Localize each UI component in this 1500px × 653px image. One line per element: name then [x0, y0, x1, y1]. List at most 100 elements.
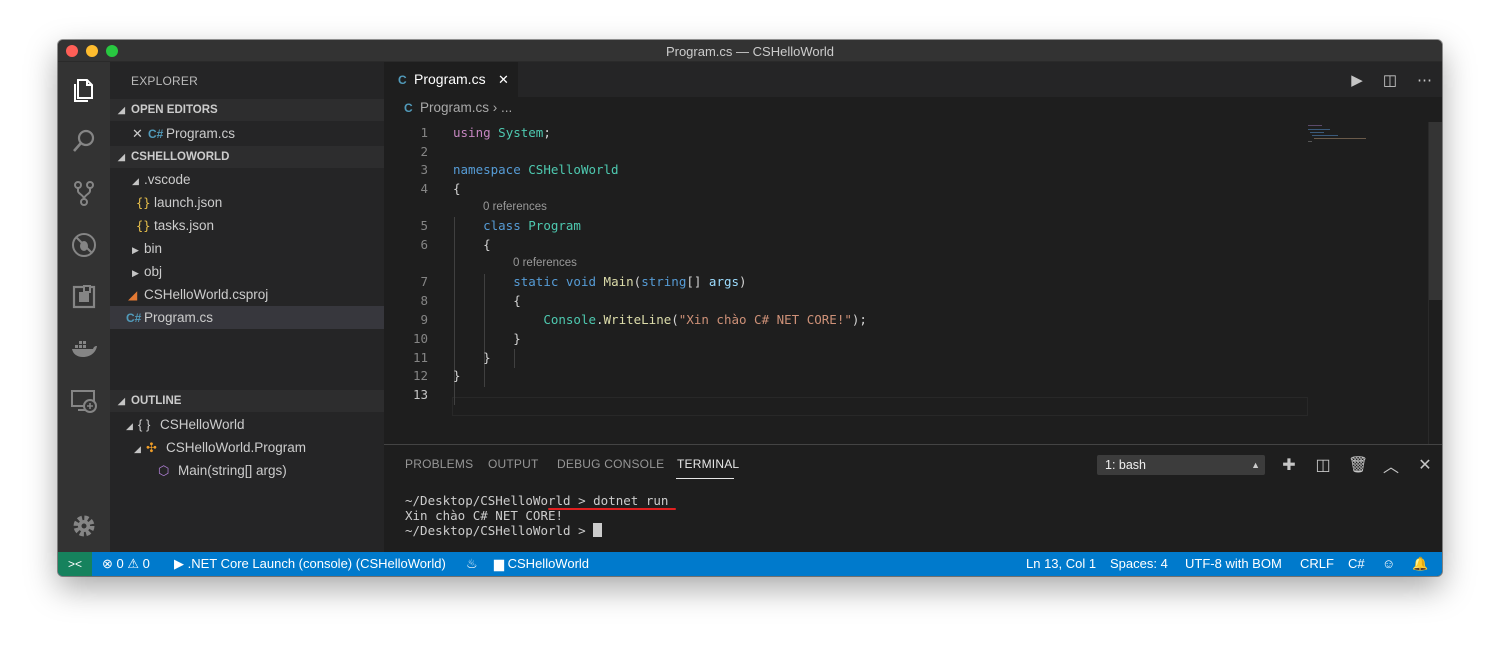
code-line: class Program	[483, 218, 581, 233]
code-line: Console.WriteLine("Xin chào C# NET CORE!…	[543, 312, 867, 327]
split-terminal-icon[interactable]: ◫	[1314, 455, 1332, 475]
expanded-triangle-icon: ◢	[134, 444, 141, 454]
expanded-triangle-icon: ◢	[132, 176, 139, 186]
outline-class[interactable]: ◢ ✣ CSHelloWorld.Program	[110, 436, 384, 459]
indentation-status[interactable]: Spaces: 4	[1110, 552, 1168, 576]
line-number: 11	[412, 350, 428, 365]
outline-namespace[interactable]: ◢{ } CSHelloWorld	[110, 413, 384, 436]
collapsed-triangle-icon: ▶	[132, 268, 139, 278]
line-number: 12	[412, 368, 428, 383]
remote-indicator-icon[interactable]: ><	[58, 552, 92, 576]
terminal-output[interactable]: ~/Desktop/CSHelloWorld > dotnet run Xin c…	[405, 493, 668, 538]
json-file-icon: {}	[136, 196, 151, 210]
terminal-line: ~/Desktop/CSHelloWorld > dotnet run	[405, 493, 669, 508]
csharp-file-icon: C	[398, 73, 407, 87]
feedback-smiley-icon[interactable]: ☺	[1382, 552, 1395, 576]
select-arrows-icon: ▲	[1251, 460, 1260, 470]
project-folder-header[interactable]: ◢ CSHELLOWORLD	[110, 146, 384, 168]
vscode-window: Program.cs — CSHelloWorld EXPLORER ◢ OPE…	[58, 40, 1442, 576]
eol-status[interactable]: CRLF	[1300, 552, 1334, 576]
chevron-right-icon: ›	[492, 100, 502, 115]
cursor-position-status[interactable]: Ln 13, Col 1	[1026, 552, 1096, 576]
remote-explorer-icon[interactable]	[68, 385, 100, 417]
expanded-triangle-icon: ◢	[126, 421, 133, 431]
namespace-icon: { }	[138, 417, 151, 432]
add-terminal-icon[interactable]: ✚	[1280, 455, 1298, 475]
code-line: }	[453, 368, 461, 383]
tab-problems[interactable]: PROBLEMS	[405, 457, 473, 471]
extensions-icon[interactable]	[68, 281, 100, 313]
tree-file-tasks-json[interactable]: {} tasks.json	[110, 214, 384, 237]
code-line: using System;	[453, 125, 551, 140]
problems-status[interactable]: ⊗ 0 ⚠ 0	[102, 552, 150, 576]
tree-file-program-cs[interactable]: C# Program.cs	[110, 306, 384, 329]
launch-config-status[interactable]: ▶ .NET Core Launch (console) (CSHelloWor…	[174, 552, 446, 576]
encoding-status[interactable]: UTF-8 with BOM	[1185, 552, 1282, 576]
open-editors-header[interactable]: ◢ OPEN EDITORS	[110, 99, 384, 121]
status-bar: >< ⊗ 0 ⚠ 0 ▶ .NET Core Launch (console) …	[58, 552, 1442, 576]
red-annotation-underline	[548, 508, 676, 510]
close-panel-icon[interactable]: ✕	[1416, 455, 1434, 475]
code-line: }	[483, 350, 491, 365]
play-circle-icon: ▶	[174, 556, 184, 571]
notifications-bell-icon[interactable]: 🔔	[1412, 552, 1428, 576]
close-icon[interactable]: ✕	[132, 122, 148, 145]
codelens-references[interactable]: 0 references	[483, 201, 547, 213]
line-number: 4	[420, 181, 428, 196]
code-line: namespace CSHelloWorld	[453, 162, 619, 177]
code-line: static void Main(string[] args)	[513, 274, 747, 289]
close-tab-icon[interactable]: ✕	[498, 62, 509, 97]
tab-output[interactable]: OUTPUT	[488, 457, 539, 471]
outline-header[interactable]: ◢ OUTLINE	[110, 390, 384, 412]
line-number: 7	[420, 274, 428, 289]
editor-tab-bar: C Program.cs ✕ ▶ ◫ ⋯	[384, 62, 1442, 97]
scroll-thumb[interactable]	[1429, 122, 1442, 300]
csharp-file-icon: C#	[126, 311, 142, 325]
active-tab-underline	[676, 478, 734, 479]
line-number: 13	[412, 387, 428, 402]
panel-actions: ✚ ◫ 🗑 ︿ ✕	[1280, 454, 1434, 476]
outline-method[interactable]: ⬡ Main(string[] args)	[110, 459, 384, 482]
line-number: 5	[420, 218, 428, 233]
language-status[interactable]: C#	[1348, 552, 1365, 576]
tree-folder-vscode[interactable]: ◢ .vscode	[110, 168, 384, 191]
breadcrumb-symbol[interactable]: ...	[501, 100, 512, 115]
debug-icon[interactable]	[68, 229, 100, 261]
tab-terminal[interactable]: TERMINAL	[677, 457, 739, 471]
run-icon[interactable]: ▶	[1351, 71, 1363, 89]
files-icon[interactable]	[68, 74, 100, 106]
tree-folder-obj[interactable]: ▶ obj	[110, 260, 384, 283]
source-control-icon[interactable]	[68, 177, 100, 209]
csharp-file-icon: C	[404, 101, 413, 115]
tab-debug-console[interactable]: DEBUG CONSOLE	[557, 457, 664, 471]
current-line-highlight	[452, 397, 1308, 416]
chevron-up-icon[interactable]: ︿	[1382, 453, 1400, 477]
codelens-references[interactable]: 0 references	[513, 257, 577, 269]
split-editor-icon[interactable]: ◫	[1383, 71, 1397, 89]
line-number: 8	[420, 293, 428, 308]
terminal-line: ~/Desktop/CSHelloWorld >	[405, 523, 668, 538]
minimap[interactable]	[1308, 122, 1428, 182]
sidebar-title: EXPLORER	[131, 74, 198, 88]
more-actions-icon[interactable]: ⋯	[1417, 71, 1432, 89]
breadcrumb-file[interactable]: Program.cs	[420, 100, 489, 115]
line-number: 9	[420, 312, 428, 327]
flame-icon[interactable]: ♨	[466, 552, 478, 576]
terminal-select[interactable]: 1: bash ▲	[1097, 455, 1265, 475]
tree-folder-bin[interactable]: ▶ bin	[110, 237, 384, 260]
editor-scrollbar[interactable]	[1428, 122, 1442, 444]
open-editor-item[interactable]: ✕ C# Program.cs	[110, 122, 384, 145]
code-editor[interactable]: 1 2 3 4 5 6 7 8 9 10 11 12 13 using Syst…	[384, 122, 1442, 444]
editor-actions: ▶ ◫ ⋯	[1351, 62, 1432, 97]
collapsed-triangle-icon: ▶	[132, 245, 139, 255]
trash-icon[interactable]: 🗑	[1348, 455, 1368, 475]
tree-file-launch-json[interactable]: {} launch.json	[110, 191, 384, 214]
tab-program-cs[interactable]: C Program.cs ✕	[384, 62, 518, 97]
line-number: 1	[420, 125, 428, 140]
warning-icon: ⚠	[127, 556, 140, 571]
tree-file-csproj[interactable]: ◢ CSHelloWorld.csproj	[110, 283, 384, 306]
gear-icon[interactable]	[68, 510, 100, 542]
folder-status[interactable]: ▆ CSHelloWorld	[494, 552, 589, 576]
search-icon[interactable]	[68, 125, 100, 157]
docker-icon[interactable]	[68, 333, 100, 365]
